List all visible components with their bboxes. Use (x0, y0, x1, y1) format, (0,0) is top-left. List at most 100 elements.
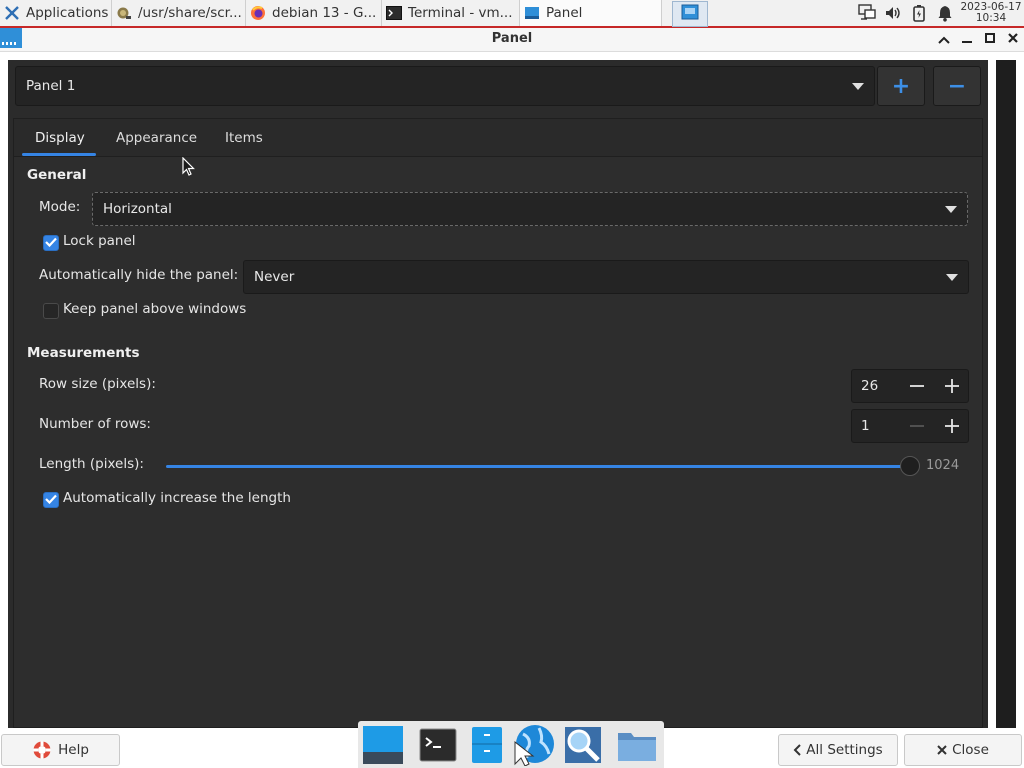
minimize-icon (961, 32, 973, 48)
dock-web-browser[interactable] (512, 724, 556, 766)
tab-bar: Display Appearance Items (14, 119, 982, 157)
terminal-icon (386, 5, 402, 21)
taskbar-item-image-viewer[interactable]: /usr/share/scr... (112, 0, 246, 26)
firefox-icon (250, 5, 266, 21)
tab-label: Display (35, 130, 85, 146)
mode-combo[interactable]: Horizontal (92, 192, 968, 226)
lock-panel-label[interactable]: Lock panel (63, 233, 136, 249)
close-window-button[interactable] (1003, 30, 1023, 50)
length-slider-track[interactable] (166, 465, 916, 468)
chevron-left-icon (793, 744, 802, 756)
terminal-icon (419, 728, 457, 762)
autohide-label: Automatically hide the panel: (39, 267, 239, 283)
dropdown-arrow-icon (945, 206, 957, 213)
dock-folder[interactable] (615, 724, 659, 766)
plus-icon (945, 379, 959, 393)
dock-search[interactable] (561, 724, 605, 766)
increment-button[interactable] (935, 410, 969, 442)
panel-selector-value: Panel 1 (26, 78, 76, 94)
dock-file-manager[interactable] (465, 724, 509, 766)
taskbar-item-label: debian 13 - G... (272, 5, 377, 21)
panel-preferences-dialog: Panel 1 + − Display Appearance Items Gen… (0, 52, 1024, 728)
rows-label: Number of rows: (39, 416, 151, 432)
window-title: Panel (491, 31, 533, 46)
tab-label: Appearance (116, 130, 198, 146)
minus-icon (910, 385, 924, 387)
minus-icon: − (947, 73, 967, 99)
dock-show-desktop[interactable] (361, 724, 405, 766)
row-size-value[interactable]: 26 (861, 378, 878, 394)
chevron-up-icon (938, 33, 950, 48)
applications-label: Applications (26, 5, 109, 21)
volume-icon[interactable] (880, 0, 906, 26)
workspace-icon (681, 4, 699, 24)
add-panel-button[interactable]: + (877, 66, 925, 106)
mode-value: Horizontal (103, 201, 172, 217)
battery-icon[interactable] (906, 0, 932, 26)
autohide-value: Never (254, 269, 295, 285)
taskbar-item-panel[interactable]: Panel (520, 0, 662, 26)
section-heading-general: General (27, 167, 87, 183)
window-titlebar[interactable]: Panel (0, 28, 1024, 52)
clock-time: 10:34 (975, 12, 1007, 24)
image-viewer-icon (116, 5, 132, 21)
dock-terminal[interactable] (416, 724, 460, 766)
keep-above-checkbox[interactable] (43, 303, 59, 319)
dialog-content: Panel 1 + − Display Appearance Items Gen… (8, 60, 988, 728)
tab-display[interactable]: Display (35, 119, 85, 157)
length-slider-handle[interactable] (900, 456, 920, 476)
dropdown-arrow-icon (852, 83, 864, 90)
taskbar-item-firefox[interactable]: debian 13 - G... (246, 0, 382, 26)
taskbar-item-terminal[interactable]: Terminal - vm... (382, 0, 520, 26)
checkmark-icon (45, 493, 57, 508)
tab-items[interactable]: Items (225, 119, 263, 157)
minimize-button[interactable] (957, 30, 977, 50)
bottom-dock (358, 721, 664, 768)
mouse-cursor-icon (182, 156, 196, 177)
rows-value[interactable]: 1 (861, 418, 870, 434)
top-taskbar: Applications ☰ /usr/share/scr... debian … (0, 0, 1024, 28)
taskbar-item-label: Panel (546, 5, 583, 21)
auto-increase-checkbox[interactable] (43, 492, 59, 508)
dropdown-arrow-icon (946, 274, 958, 281)
keep-above-label[interactable]: Keep panel above windows (63, 301, 246, 317)
decrement-button (900, 410, 934, 442)
notification-bell-icon[interactable] (932, 0, 958, 26)
auto-increase-label[interactable]: Automatically increase the length (63, 490, 291, 506)
checkmark-icon (45, 236, 57, 251)
help-lifebuoy-icon (32, 740, 52, 760)
remove-panel-button[interactable]: − (933, 66, 981, 106)
tab-label: Items (225, 130, 263, 146)
close-x-icon (937, 745, 947, 755)
maximize-icon (984, 32, 996, 48)
lock-panel-checkbox[interactable] (43, 235, 59, 251)
all-settings-button[interactable]: All Settings (778, 734, 898, 766)
length-value: 1024 (926, 458, 960, 473)
help-button[interactable]: Help (1, 734, 120, 766)
workspace-switcher[interactable] (672, 1, 708, 27)
web-browser-icon (514, 725, 554, 766)
folder-icon (618, 733, 656, 761)
all-settings-label: All Settings (806, 742, 883, 758)
shade-button[interactable] (934, 30, 954, 50)
plus-icon: + (891, 73, 911, 99)
side-strip (996, 60, 1016, 728)
autohide-combo[interactable]: Never (243, 260, 969, 294)
decrement-button[interactable] (900, 370, 934, 402)
taskbar-item-label: /usr/share/scr... (138, 5, 242, 21)
clock[interactable]: 2023-06-17 10:34 (958, 0, 1024, 26)
row-size-spinner[interactable]: 26 (851, 369, 969, 403)
xfce-mouse-icon (4, 5, 20, 21)
panel-selector-combo[interactable]: Panel 1 (15, 66, 875, 106)
increment-button[interactable] (935, 370, 969, 402)
mode-label: Mode: (39, 199, 81, 215)
maximize-button[interactable] (980, 30, 1000, 50)
length-label: Length (pixels): (39, 456, 144, 472)
file-manager-icon (472, 727, 502, 763)
tab-appearance[interactable]: Appearance (116, 119, 197, 157)
applications-menu[interactable]: Applications ☰ (0, 0, 112, 26)
rows-spinner[interactable]: 1 (851, 409, 969, 443)
close-button[interactable]: Close (904, 734, 1022, 766)
network-icon[interactable] (854, 0, 880, 26)
minus-icon (910, 425, 924, 427)
